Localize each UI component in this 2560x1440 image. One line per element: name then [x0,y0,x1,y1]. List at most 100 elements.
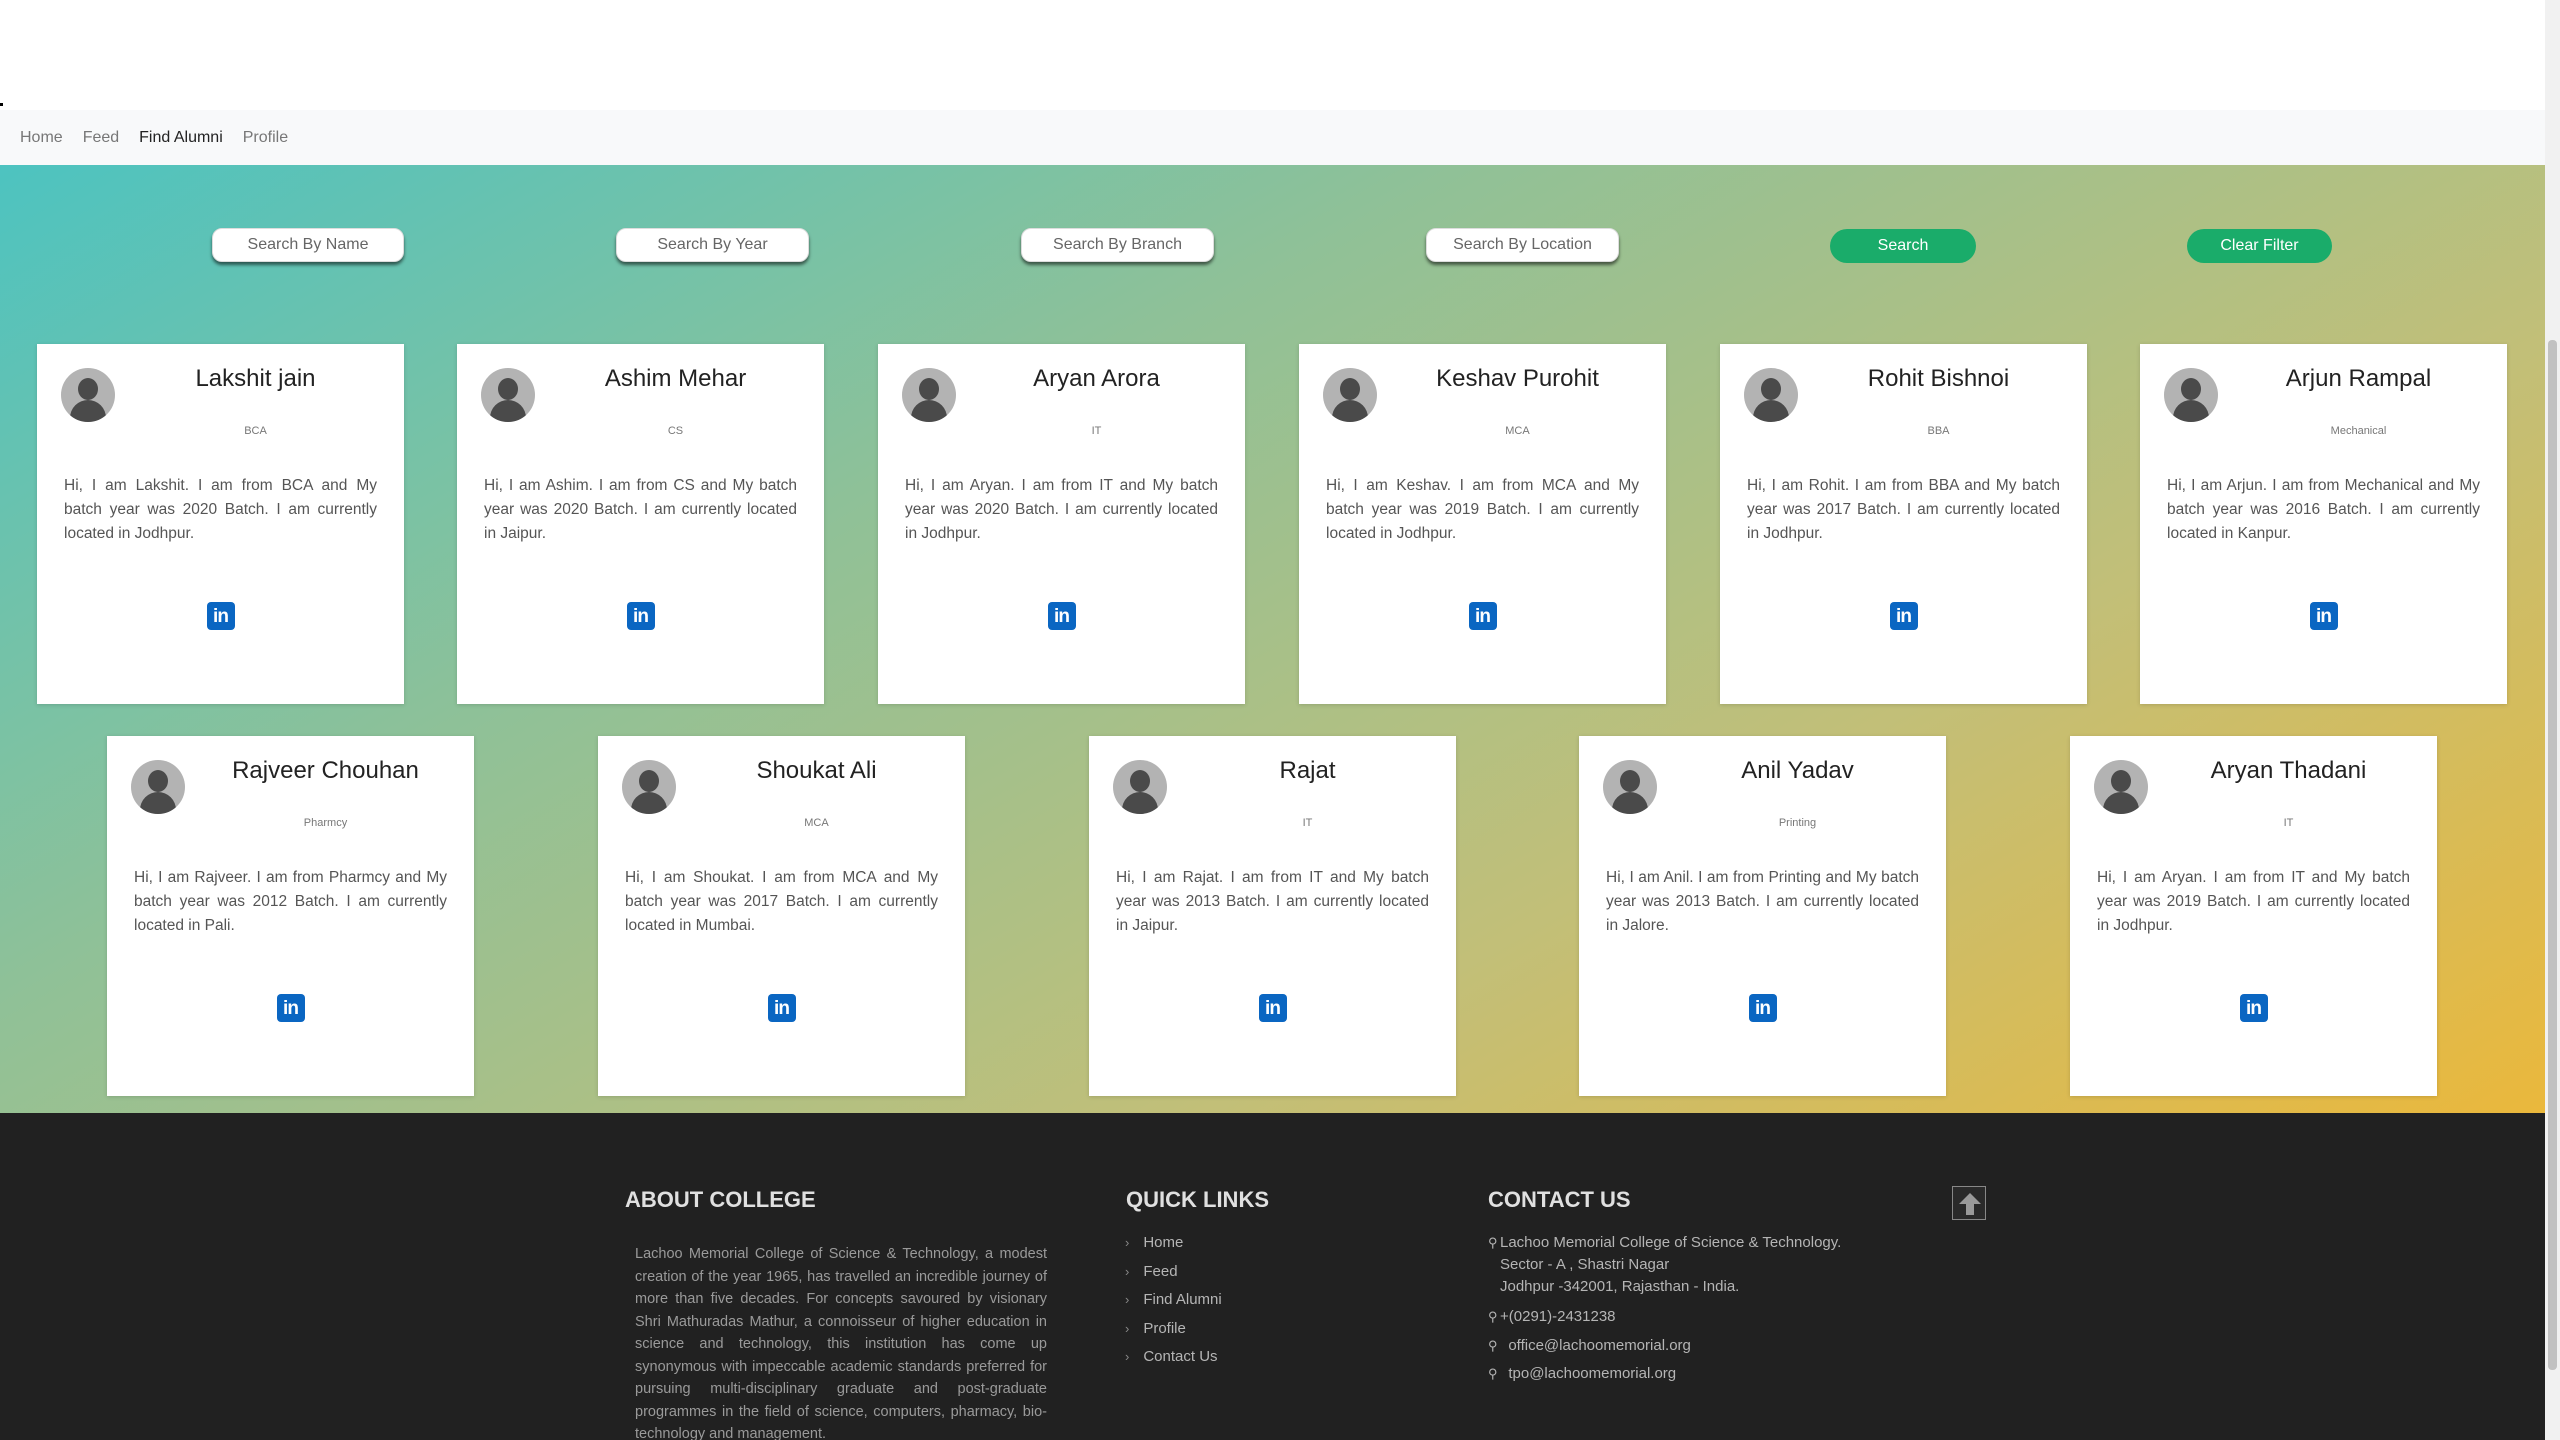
alumni-bio: Hi, I am Aryan. I am from IT and My batc… [2097,869,2410,934]
alumni-branch: MCA [1505,425,1530,437]
site-footer [0,1113,2545,1440]
alumni-branch: IT [1302,817,1313,829]
alumni-name: Keshav Purohit [1436,365,1599,392]
linkedin-icon[interactable]: in [1047,602,1076,630]
nav-profile[interactable]: Profile [243,129,288,147]
linkedin-icon[interactable]: in [1748,994,1777,1022]
top-blank-area [0,0,2545,110]
alumni-card: Lakshit jain BCA Hi, I am Lakshit. I am fr… [37,344,404,704]
footer-link-profile[interactable]: › Profile [1125,1318,1222,1347]
alumni-name: Aryan Thadani [2210,757,2367,784]
chevron-right-icon: › [1125,1320,1130,1336]
linkedin-icon[interactable]: in [767,994,796,1022]
linkedin-icon[interactable]: in [626,602,655,630]
avatar [1744,368,1798,422]
search-by-branch-input[interactable] [1021,228,1214,262]
alumni-bio: Hi, I am Aryan. I am from IT and My batc… [905,477,1218,542]
alumni-bio: Hi, I am Rajveer. I am from Pharmcy and … [134,869,447,934]
alumni-bio: Hi, I am Arjun. I am from Mechanical and… [2167,477,2480,542]
avatar [622,760,676,814]
page-scrollbar[interactable] [2545,0,2560,1440]
about-college-heading: ABOUT COLLEGE [625,1187,816,1212]
cursor-mark [0,103,3,106]
alumni-card: Rohit Bishnoi BBA Hi, I am Rohit. I am fro… [1720,344,2087,704]
avatar [481,368,535,422]
linkedin-icon[interactable]: in [2239,994,2268,1022]
chevron-right-icon: › [1125,1235,1130,1250]
alumni-card: Arjun Rampal Mechanical Hi, I am Arjun. I … [2140,344,2507,704]
map-marker-icon: ⚲ [1488,1235,1498,1250]
alumni-branch: Mechanical [2330,425,2387,437]
arrow-up-icon [1959,1193,1981,1215]
alumni-branch: Printing [1778,817,1817,829]
alumni-bio: Hi, I am Anil. I am from Printing and My… [1606,869,1919,934]
contact-us-heading: CONTACT US [1488,1187,1631,1212]
avatar [1603,760,1657,814]
linkedin-icon[interactable]: in [1889,602,1918,630]
nav-feed[interactable]: Feed [83,129,119,147]
alumni-bio: Hi, I am Rajat. I am from IT and My batc… [1116,869,1429,934]
alumni-card: Rajveer Chouhan Pharmcy Hi, I am Rajveer. … [107,736,474,1096]
footer-link-find-alumni[interactable]: › Find Alumni [1125,1289,1222,1318]
alumni-card: Anil Yadav Printing Hi, I am Anil. I am fr… [1579,736,1946,1096]
footer-link-home[interactable]: › Home [1125,1232,1222,1261]
linkedin-icon[interactable]: in [1258,994,1287,1022]
search-by-location-input[interactable] [1426,228,1619,262]
alumni-name: Lakshit jain [195,365,316,392]
alumni-card: Ashim Mehar CS Hi, I am Ashim. I am from C… [457,344,824,704]
alumni-branch: BCA [244,425,267,437]
alumni-name: Ashim Mehar [604,365,747,392]
clear-filter-button[interactable]: Clear Filter [2187,229,2332,263]
linkedin-icon[interactable]: in [1468,602,1497,630]
alumni-card: Aryan Thadani IT Hi, I am Aryan. I am from… [2070,736,2437,1096]
alumni-card: Aryan Arora IT Hi, I am Aryan. I am from I… [878,344,1245,704]
alumni-bio: Hi, I am Lakshit. I am from BCA and My b… [64,477,377,542]
alumni-name: Arjun Rampal [2285,365,2432,392]
nav-home[interactable]: Home [20,129,63,147]
linkedin-icon[interactable]: in [2309,602,2338,630]
alumni-card: Shoukat Ali MCA Hi, I am Shoukat. I am fro… [598,736,965,1096]
linkedin-icon[interactable]: in [276,994,305,1022]
alumni-bio: Hi, I am Keshav. I am from MCA and My ba… [1326,477,1639,542]
about-college-text: Lachoo Memorial College of Science & Tec… [635,1246,1047,1440]
search-button[interactable]: Search [1830,229,1976,263]
chevron-right-icon: › [1125,1263,1130,1279]
alumni-branch: IT [2283,817,2294,829]
chevron-right-icon: › [1125,1292,1130,1307]
alumni-branch: CS [667,425,684,437]
alumni-name: Shoukat Ali [756,757,877,784]
avatar [131,760,185,814]
footer-link-contact-us[interactable]: › Contact Us [1125,1346,1222,1375]
contact-address: ⚲ Lachoo Memorial College of Science & Te… [1488,1234,1842,1295]
nav-find-alumni[interactable]: Find Alumni [139,129,223,147]
quick-links-heading: QUICK LINKS [1126,1187,1269,1212]
top-navbar: Home Feed Find Alumni Profile [0,110,2545,165]
contact-email-tpo[interactable]: ⚲ tpo@lachoomemorial.org [1488,1363,1676,1385]
alumni-card: Rajat IT Hi, I am Rajat. I am from IT and … [1089,736,1456,1096]
search-by-name-input[interactable] [212,228,404,262]
quick-links-list: › Home › Feed › Find Alumni › Profile › Conta… [1125,1232,1222,1375]
search-by-year-input[interactable] [616,228,809,262]
linkedin-icon[interactable]: in [206,602,235,630]
alumni-branch: MCA [804,817,829,829]
avatar [61,368,115,422]
alumni-branch: Pharmcy [303,817,348,829]
phone-icon: ⚲ [1488,1309,1498,1324]
alumni-branch: IT [1091,425,1102,437]
alumni-name: Rajat [1279,757,1336,784]
alumni-card: Keshav Purohit MCA Hi, I am Keshav. I am f… [1299,344,1666,704]
map-marker-icon: ⚲ [1488,1338,1498,1353]
map-marker-icon: ⚲ [1488,1366,1498,1381]
avatar [1323,368,1377,422]
chevron-right-icon: › [1125,1349,1130,1364]
footer-link-feed[interactable]: › Feed [1125,1261,1222,1290]
contact-phone: ⚲ +(0291)-2431238 [1488,1306,1616,1328]
avatar [902,368,956,422]
avatar [1113,760,1167,814]
scroll-to-top-button[interactable] [1952,1186,1986,1220]
contact-email-office[interactable]: ⚲ office@lachoomemorial.org [1488,1335,1691,1357]
alumni-name: Anil Yadav [1741,757,1854,784]
alumni-bio: Hi, I am Ashim. I am from CS and My batc… [484,477,797,542]
alumni-bio: Hi, I am Shoukat. I am from MCA and My b… [625,869,938,934]
scrollbar-thumb[interactable] [2548,340,2557,1370]
